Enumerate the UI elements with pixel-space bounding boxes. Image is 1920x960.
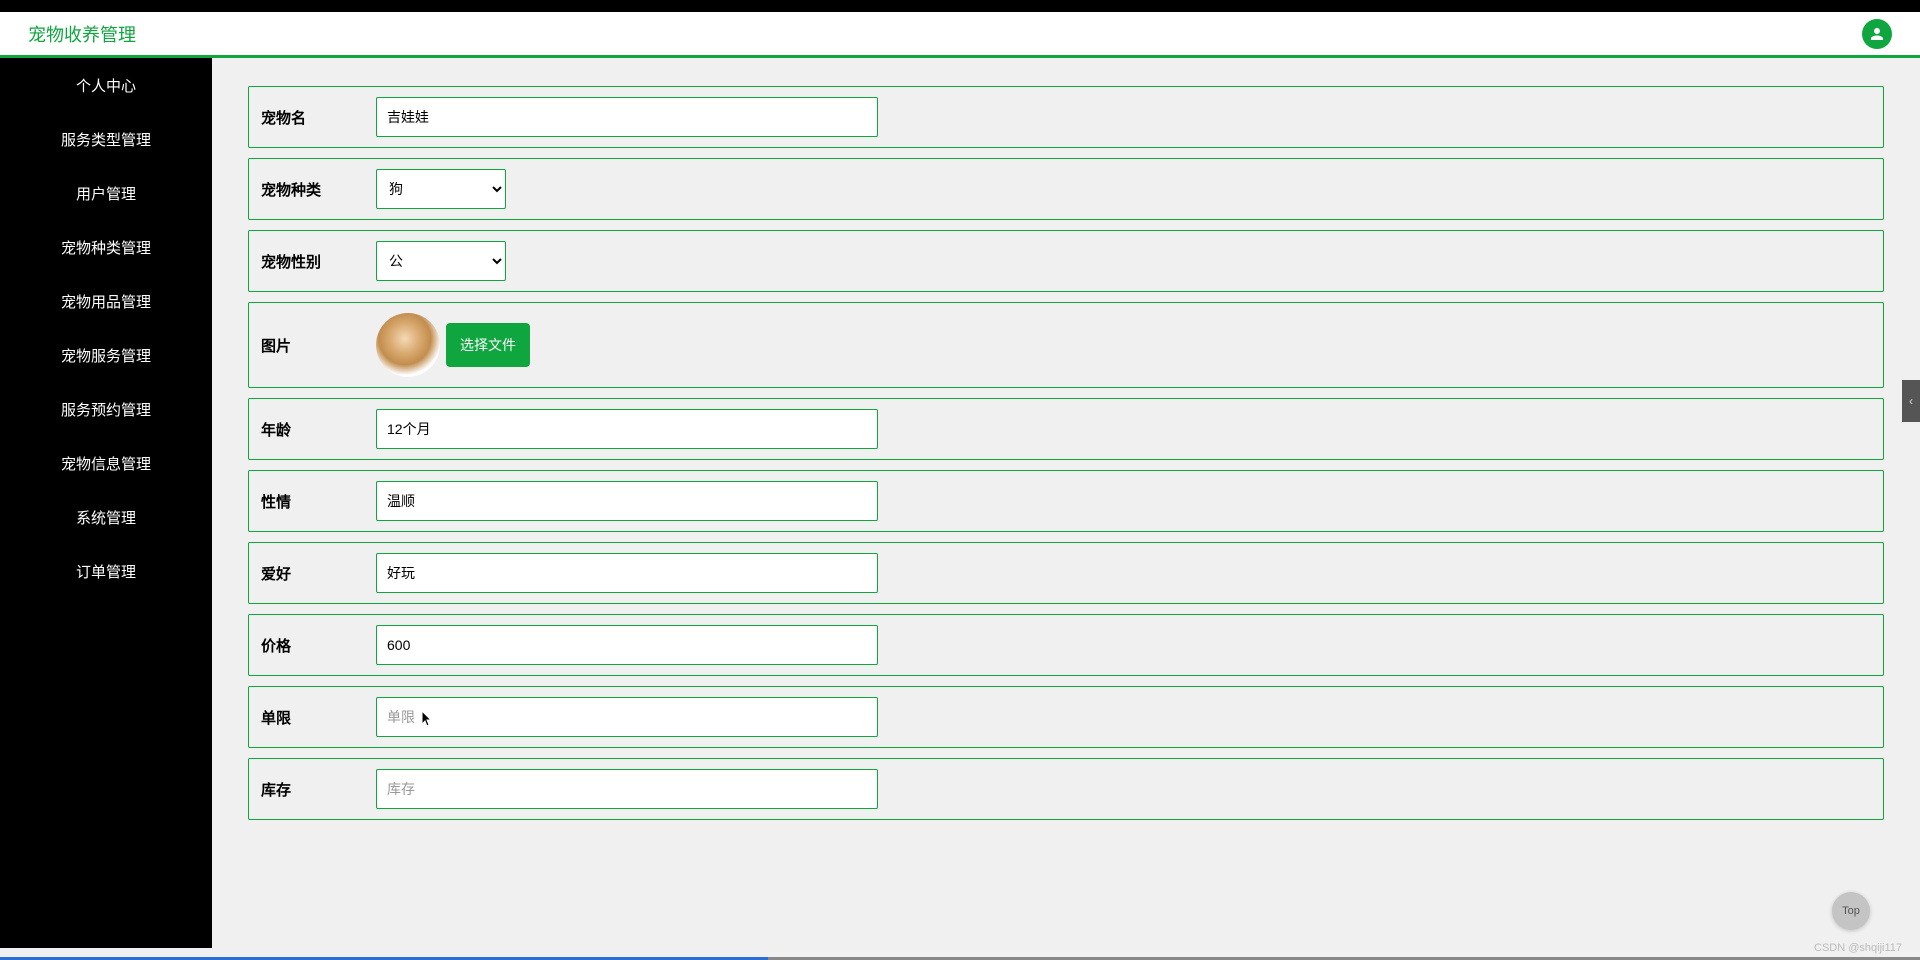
row-pet-type: 宠物种类 狗 — [248, 158, 1884, 220]
top-button-label: Top — [1842, 905, 1860, 917]
image-preview — [376, 313, 440, 377]
sidebar-item-label: 宠物用品管理 — [61, 291, 151, 312]
input-age[interactable] — [376, 409, 878, 449]
input-pet-name[interactable] — [376, 97, 878, 137]
sidebar-item-pet-info[interactable]: 宠物信息管理 — [0, 436, 212, 490]
sidebar-item-system[interactable]: 系统管理 — [0, 490, 212, 544]
main-content: 宠物名 宠物种类 狗 宠物性别 公 图片 选择文件 年龄 性情 — [212, 58, 1920, 948]
row-image: 图片 选择文件 — [248, 302, 1884, 388]
user-avatar-button[interactable] — [1862, 19, 1892, 49]
chevron-left-icon: ‹ — [1909, 394, 1913, 408]
select-pet-gender[interactable]: 公 — [376, 241, 506, 281]
sidebar-item-reservation[interactable]: 服务预约管理 — [0, 382, 212, 436]
row-single-limit: 单限 — [248, 686, 1884, 748]
label-pet-type: 宠物种类 — [261, 179, 376, 200]
label-image: 图片 — [261, 335, 376, 356]
sidebar-item-label: 用户管理 — [76, 183, 136, 204]
sidebar-item-label: 系统管理 — [76, 507, 136, 528]
sidebar-item-pet-type[interactable]: 宠物种类管理 — [0, 220, 212, 274]
label-single-limit: 单限 — [261, 707, 376, 728]
input-temperament[interactable] — [376, 481, 878, 521]
sidebar-item-label: 宠物种类管理 — [61, 237, 151, 258]
row-pet-gender: 宠物性别 公 — [248, 230, 1884, 292]
select-pet-type[interactable]: 狗 — [376, 169, 506, 209]
input-stock[interactable] — [376, 769, 878, 809]
sidebar-item-user[interactable]: 用户管理 — [0, 166, 212, 220]
row-price: 价格 — [248, 614, 1884, 676]
sidebar-item-order[interactable]: 订单管理 — [0, 544, 212, 598]
sidebar-item-label: 个人中心 — [76, 75, 136, 96]
choose-file-button[interactable]: 选择文件 — [446, 323, 530, 367]
row-temperament: 性情 — [248, 470, 1884, 532]
sidebar-item-service-type[interactable]: 服务类型管理 — [0, 112, 212, 166]
body-wrap: 个人中心 服务类型管理 用户管理 宠物种类管理 宠物用品管理 宠物服务管理 服务… — [0, 58, 1920, 948]
sidebar-item-label: 服务预约管理 — [61, 399, 151, 420]
scroll-top-button[interactable]: Top — [1832, 892, 1870, 930]
header: 宠物收养管理 — [0, 12, 1920, 58]
label-temperament: 性情 — [261, 491, 376, 512]
page-title: 宠物收养管理 — [28, 21, 136, 47]
watermark: CSDN @shqiji117 — [1814, 942, 1902, 954]
input-hobby[interactable] — [376, 553, 878, 593]
label-pet-gender: 宠物性别 — [261, 251, 376, 272]
sidebar-item-pet-supplies[interactable]: 宠物用品管理 — [0, 274, 212, 328]
label-age: 年龄 — [261, 419, 376, 440]
sidebar-item-label: 服务类型管理 — [61, 129, 151, 150]
label-stock: 库存 — [261, 779, 376, 800]
label-price: 价格 — [261, 635, 376, 656]
row-stock: 库存 — [248, 758, 1884, 820]
input-price[interactable] — [376, 625, 878, 665]
sidebar-item-label: 宠物服务管理 — [61, 345, 151, 366]
label-hobby: 爱好 — [261, 563, 376, 584]
sidebar-item-label: 订单管理 — [76, 561, 136, 582]
user-icon — [1868, 25, 1886, 43]
sidebar-item-personal[interactable]: 个人中心 — [0, 58, 212, 112]
input-single-limit[interactable] — [376, 697, 878, 737]
sidebar: 个人中心 服务类型管理 用户管理 宠物种类管理 宠物用品管理 宠物服务管理 服务… — [0, 58, 212, 948]
sidebar-item-label: 宠物信息管理 — [61, 453, 151, 474]
sidebar-item-pet-service[interactable]: 宠物服务管理 — [0, 328, 212, 382]
row-hobby: 爱好 — [248, 542, 1884, 604]
row-age: 年龄 — [248, 398, 1884, 460]
label-pet-name: 宠物名 — [261, 107, 376, 128]
row-pet-name: 宠物名 — [248, 86, 1884, 148]
top-black-bar — [0, 0, 1920, 12]
side-collapse-handle[interactable]: ‹ — [1902, 380, 1920, 422]
